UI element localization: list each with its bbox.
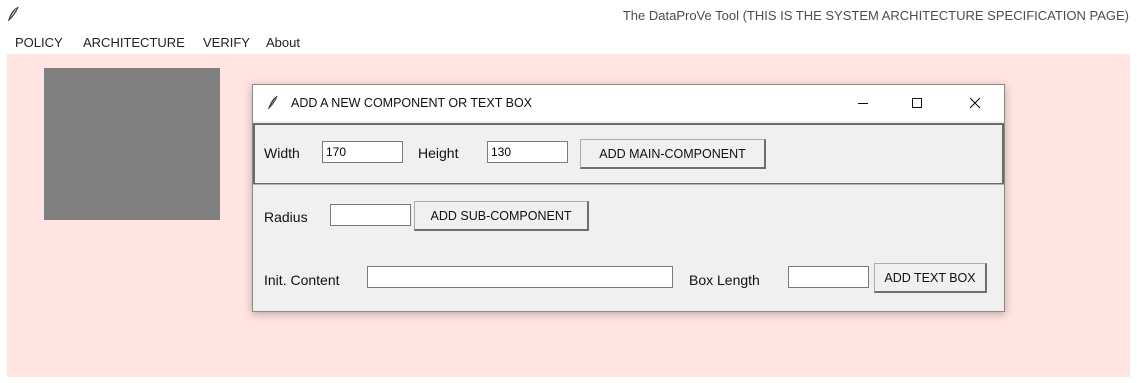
width-input[interactable]	[322, 141, 403, 163]
minimize-icon	[858, 103, 868, 104]
frame-divider	[253, 184, 1004, 185]
init-content-label: Init. Content	[264, 272, 340, 288]
menubar: POLICY ARCHITECTURE VERIFY About	[0, 30, 1137, 54]
add-component-dialog: ADD A NEW COMPONENT OR TEXT BOX Width 17…	[252, 84, 1005, 312]
dialog-title: ADD A NEW COMPONENT OR TEXT BOX	[291, 96, 533, 110]
feather-icon	[8, 6, 19, 21]
add-main-component-button[interactable]: ADD MAIN-COMPONENT	[580, 139, 766, 169]
main-component-frame: Width Height ADD MAIN-COMPONENT	[253, 123, 1004, 185]
radius-input[interactable]	[330, 204, 411, 226]
add-sub-component-button[interactable]: ADD SUB-COMPONENT	[414, 201, 589, 231]
feather-icon	[268, 95, 278, 109]
init-content-input[interactable]	[367, 266, 673, 288]
height-label: Height	[418, 145, 459, 161]
maximize-icon	[912, 98, 922, 108]
radius-label: Radius	[264, 209, 308, 225]
height-input[interactable]	[487, 141, 568, 163]
menu-verify[interactable]: VERIFY	[203, 35, 250, 50]
menu-policy[interactable]: POLICY	[15, 35, 63, 50]
dialog-titlebar[interactable]: ADD A NEW COMPONENT OR TEXT BOX	[253, 85, 1004, 121]
main-component-box[interactable]	[44, 68, 220, 220]
width-label: Width	[264, 145, 300, 161]
box-length-input[interactable]	[788, 266, 869, 288]
add-text-box-button[interactable]: ADD TEXT BOX	[874, 263, 987, 293]
app-window: The DataProVe Tool (THIS IS THE SYSTEM A…	[0, 0, 1137, 383]
menu-about[interactable]: About	[266, 35, 300, 50]
app-title: The DataProVe Tool (THIS IS THE SYSTEM A…	[622, 8, 1129, 23]
app-titlebar: The DataProVe Tool (THIS IS THE SYSTEM A…	[0, 0, 1137, 30]
menu-architecture[interactable]: ARCHITECTURE	[83, 35, 185, 50]
close-icon	[969, 97, 981, 109]
maximize-button[interactable]	[894, 85, 940, 121]
minimize-button[interactable]	[840, 85, 886, 121]
box-length-label: Box Length	[689, 272, 760, 288]
close-button[interactable]	[952, 85, 998, 121]
